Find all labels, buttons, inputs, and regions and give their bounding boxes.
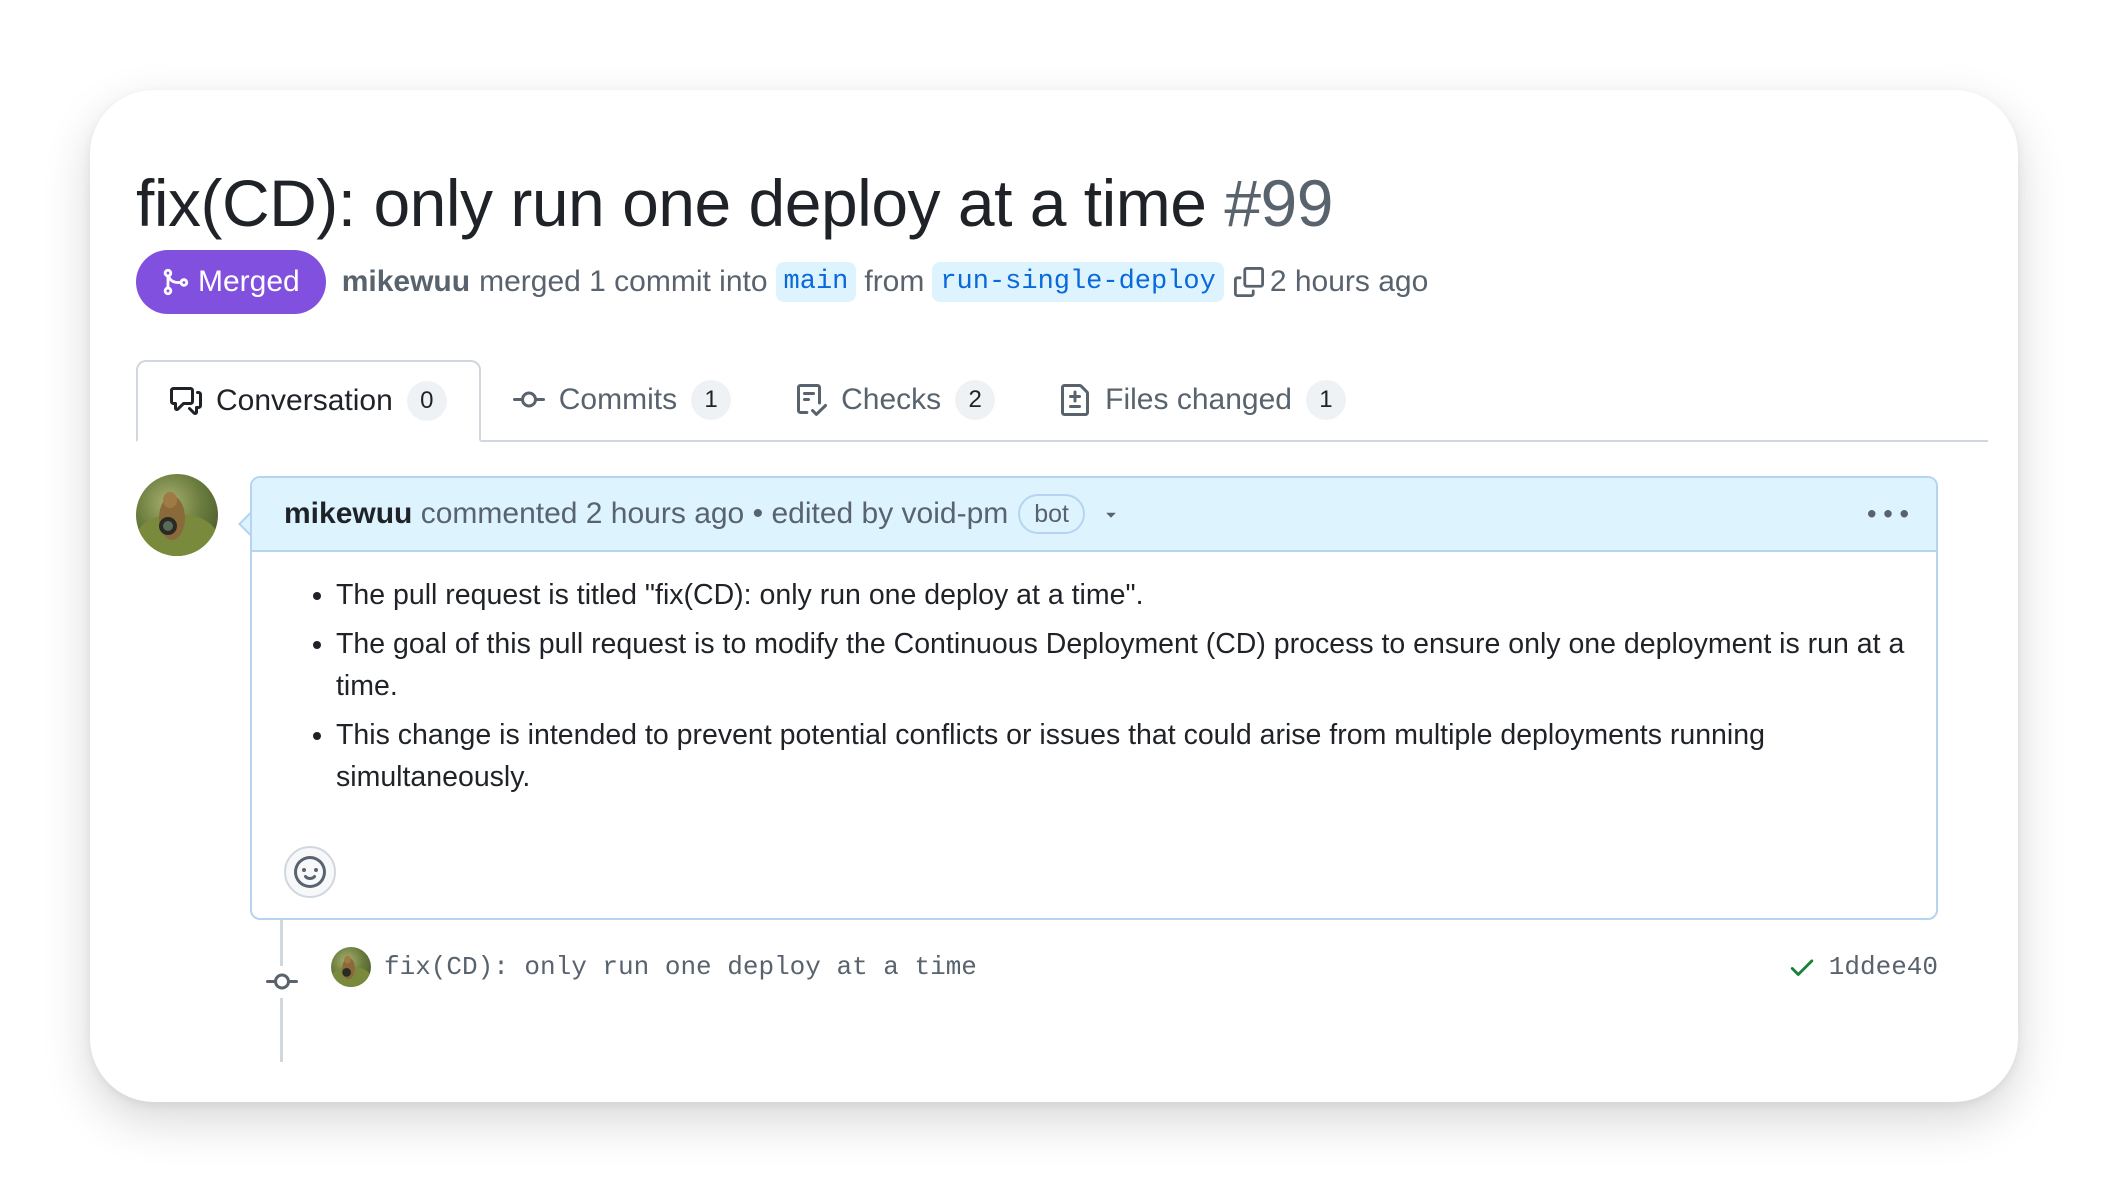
commit-status-area: 1ddee40 <box>1787 948 1938 986</box>
pr-number: #99 <box>1224 166 1333 240</box>
tab-conversation-count: 0 <box>406 381 447 421</box>
merged-state-badge: Merged <box>136 250 326 314</box>
smiley-icon <box>294 856 326 888</box>
file-diff-icon <box>1061 384 1090 416</box>
list-item: The goal of this pull request is to modi… <box>336 623 1908 707</box>
tab-files-changed-label: Files changed <box>1105 383 1292 416</box>
bot-badge: bot <box>1018 494 1086 534</box>
list-item: This change is intended to prevent poten… <box>336 714 1908 798</box>
commit-message-link[interactable]: fix(CD): only run one deploy at a time <box>384 948 977 986</box>
edited-by-text[interactable]: edited by void-pm <box>771 497 1008 531</box>
git-merge-icon <box>163 268 189 296</box>
base-branch-link[interactable]: main <box>775 262 857 302</box>
merge-time: 2 hours ago <box>1269 265 1429 298</box>
commit-sha-link[interactable]: 1ddee40 <box>1829 948 1938 986</box>
comment-box: mikewuu commented 2 hours ago • edited b… <box>250 476 1938 920</box>
comment-header: mikewuu commented 2 hours ago • edited b… <box>252 478 1936 552</box>
git-commit-icon <box>512 391 545 408</box>
copy-icon[interactable] <box>1233 267 1264 297</box>
avatar[interactable] <box>136 474 218 556</box>
pr-author-link[interactable]: mikewuu <box>342 265 470 299</box>
page-title: fix(CD): only run one deploy at a time #… <box>136 158 1333 248</box>
check-icon[interactable] <box>1787 952 1817 982</box>
comment-author-link[interactable]: mikewuu <box>284 497 412 531</box>
head-branch-link[interactable]: run-single-deploy <box>932 262 1224 302</box>
comment-body: The pull request is titled "fix(CD): onl… <box>252 552 1936 798</box>
merged-label: Merged <box>198 265 300 298</box>
tab-files-changed-count: 1 <box>1305 380 1346 420</box>
pr-meta: Merged mikewuu merged 1 commit into main… <box>136 250 1428 314</box>
comment-separator: • <box>752 497 764 530</box>
commit-author-avatar[interactable] <box>331 947 371 987</box>
comment-action[interactable]: commented 2 hours ago <box>421 497 745 531</box>
merge-action-text: merged 1 commit into <box>479 265 768 298</box>
tab-checks[interactable]: Checks 2 <box>763 360 1027 440</box>
comment-discussion-icon <box>170 387 202 415</box>
add-reaction-button[interactable] <box>284 846 336 898</box>
tab-conversation[interactable]: Conversation 0 <box>136 360 481 442</box>
list-item: The pull request is titled "fix(CD): onl… <box>336 574 1908 616</box>
comment-bullet-list: The pull request is titled "fix(CD): onl… <box>296 574 1908 798</box>
pull-request-card: fix(CD): only run one deploy at a time #… <box>90 90 2018 1102</box>
checklist-icon <box>797 384 828 416</box>
tab-commits-count: 1 <box>691 380 732 420</box>
tab-files-changed[interactable]: Files changed 1 <box>1027 360 1378 440</box>
from-text: from <box>864 265 925 298</box>
pr-title: fix(CD): only run one deploy at a time <box>136 166 1207 240</box>
pr-tabs: Conversation 0 Commits 1 Checks 2 Files … <box>136 360 1988 442</box>
tab-checks-label: Checks <box>841 383 942 416</box>
tab-checks-count: 2 <box>955 380 996 420</box>
kebab-horizontal-icon[interactable] <box>1868 495 1908 535</box>
tab-conversation-label: Conversation <box>216 384 393 417</box>
tab-commits[interactable]: Commits 1 <box>481 360 763 440</box>
caret-down-icon[interactable] <box>1101 504 1121 524</box>
git-commit-icon <box>266 966 298 998</box>
tab-commits-label: Commits <box>558 383 678 416</box>
